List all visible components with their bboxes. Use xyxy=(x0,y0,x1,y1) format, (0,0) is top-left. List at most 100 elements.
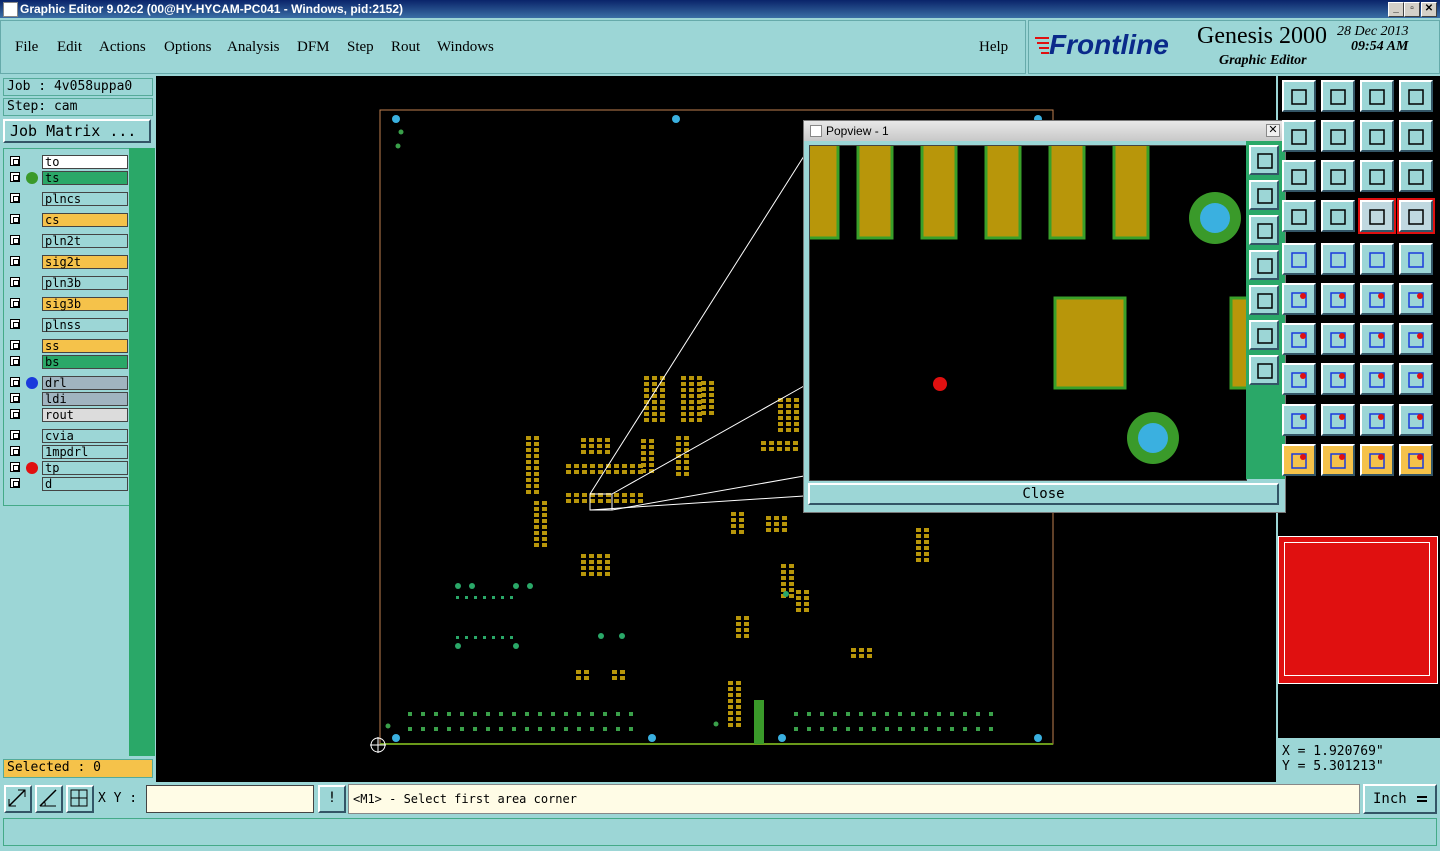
undo-zoom-icon[interactable] xyxy=(1360,120,1394,152)
layer-row-plnss[interactable]: plnss xyxy=(8,318,128,332)
copy-pad-icon[interactable] xyxy=(1282,363,1316,395)
move-point-icon[interactable] xyxy=(1360,283,1394,315)
pan-left-icon[interactable] xyxy=(1282,120,1316,152)
draw-line-icon[interactable] xyxy=(1321,243,1355,275)
layer-name[interactable]: ldi xyxy=(42,392,128,406)
triangle-red-icon[interactable] xyxy=(1282,404,1316,436)
layer-name[interactable]: plnss xyxy=(42,318,128,332)
pop-center-icon[interactable] xyxy=(1249,355,1279,385)
split-view-icon[interactable] xyxy=(1399,80,1433,112)
layer-name[interactable]: sig3b xyxy=(42,297,128,311)
layer-name[interactable]: d xyxy=(42,477,128,491)
scale-1-2-icon[interactable] xyxy=(1360,160,1394,192)
fit-icon[interactable] xyxy=(1282,160,1316,192)
layer-row-ss[interactable]: ss xyxy=(8,339,128,353)
layer-checkbox[interactable] xyxy=(10,356,20,366)
layer-checkbox[interactable] xyxy=(10,277,20,287)
layer-name[interactable]: cvia xyxy=(42,429,128,443)
measure-ruler-icon[interactable] xyxy=(1360,243,1394,275)
layer-row-to[interactable]: to xyxy=(8,155,128,169)
triangle-blue-icon[interactable] xyxy=(1321,404,1355,436)
layer-row-cs[interactable]: cs xyxy=(8,213,128,227)
layer-checkbox[interactable] xyxy=(10,235,20,245)
layer-row-sig3b[interactable]: sig3b xyxy=(8,297,128,311)
select-red-icon[interactable] xyxy=(1360,444,1394,476)
center-icon[interactable] xyxy=(1321,160,1355,192)
menu-dfm[interactable]: DFM xyxy=(297,39,330,56)
pop-down-icon[interactable] xyxy=(1249,215,1279,245)
layer-name[interactable]: drl xyxy=(42,376,128,390)
zoom-in-icon[interactable] xyxy=(1321,80,1355,112)
layer-name[interactable]: pln2t xyxy=(42,234,128,248)
text-frame-icon[interactable] xyxy=(1399,323,1433,355)
layer-checkbox[interactable] xyxy=(10,172,20,182)
menu-step[interactable]: Step xyxy=(347,39,374,56)
connect-icon[interactable] xyxy=(1282,283,1316,315)
rotate-point-icon[interactable] xyxy=(1399,283,1433,315)
layer-checkbox[interactable] xyxy=(10,377,20,387)
layer-row-tp[interactable]: tp xyxy=(8,461,128,475)
menu-analysis[interactable]: Analysis xyxy=(227,39,280,56)
pop-fit-icon[interactable] xyxy=(1249,320,1279,350)
split-line-icon[interactable] xyxy=(1321,363,1355,395)
menu-options[interactable]: Options xyxy=(164,39,212,56)
layer-name[interactable]: ts xyxy=(42,171,128,185)
popview-canvas[interactable] xyxy=(809,145,1247,481)
net-highlight-icon[interactable] xyxy=(1358,198,1396,234)
layer-row-1mpdrl[interactable]: 1mpdrl xyxy=(8,445,128,459)
triangle-cross-icon[interactable] xyxy=(1399,404,1433,436)
layer-row-pln2t[interactable]: pln2t xyxy=(8,234,128,248)
layer-name[interactable]: bs xyxy=(42,355,128,369)
maximize-button[interactable]: ▫ xyxy=(1404,2,1420,17)
menu-help[interactable]: Help xyxy=(979,39,1008,56)
grid-snap-icon[interactable] xyxy=(66,785,94,813)
route-icon[interactable] xyxy=(1399,444,1433,476)
minimize-button[interactable]: _ xyxy=(1388,2,1404,17)
layer-checkbox[interactable] xyxy=(10,430,20,440)
popview-close-button[interactable]: Close xyxy=(808,483,1279,505)
layer-checkbox[interactable] xyxy=(10,214,20,224)
net-toggle-icon[interactable] xyxy=(1397,198,1435,234)
line-edit-icon[interactable] xyxy=(1321,323,1355,355)
units-dropdown[interactable]: Inch xyxy=(1363,784,1437,814)
layer-row-d[interactable]: d xyxy=(8,477,128,491)
group-icon[interactable] xyxy=(1399,363,1433,395)
layer-row-drl[interactable]: drl xyxy=(8,376,128,390)
job-matrix-button[interactable]: Job Matrix ... xyxy=(3,119,151,143)
arc-icon[interactable] xyxy=(1360,323,1394,355)
layer-name[interactable]: cs xyxy=(42,213,128,227)
triangle-frame-icon[interactable] xyxy=(1360,404,1394,436)
layer-checkbox[interactable] xyxy=(10,409,20,419)
dimension-icon[interactable] xyxy=(1360,363,1394,395)
layer-row-pln3b[interactable]: pln3b xyxy=(8,276,128,290)
layer-row-bs[interactable]: bs xyxy=(8,355,128,369)
xy-input[interactable] xyxy=(146,785,314,813)
menu-edit[interactable]: Edit xyxy=(57,39,82,56)
layer-checkbox[interactable] xyxy=(10,340,20,350)
overview-panel[interactable] xyxy=(1278,536,1438,684)
layer-row-rout[interactable]: rout xyxy=(8,408,128,422)
pop-up-icon[interactable] xyxy=(1249,180,1279,210)
layer-name[interactable]: 1mpdrl xyxy=(42,445,128,459)
pan-right-icon[interactable] xyxy=(1321,120,1355,152)
select-box-icon[interactable] xyxy=(1321,444,1355,476)
popview-zoom-view[interactable] xyxy=(810,146,1246,480)
menu-windows[interactable]: Windows xyxy=(437,39,494,56)
popview-close-icon[interactable]: ✕ xyxy=(1266,124,1280,137)
select-arrow-icon[interactable] xyxy=(1282,444,1316,476)
menu-actions[interactable]: Actions xyxy=(99,39,146,56)
layer-checkbox[interactable] xyxy=(10,319,20,329)
layer-name[interactable]: pln3b xyxy=(42,276,128,290)
layer-checkbox[interactable] xyxy=(10,478,20,488)
redraw-icon[interactable] xyxy=(1399,120,1433,152)
pop-zoom-icon[interactable] xyxy=(1249,145,1279,175)
zoom-area-icon[interactable] xyxy=(4,785,32,813)
help-icon[interactable] xyxy=(1399,160,1433,192)
layer-checkbox[interactable] xyxy=(10,298,20,308)
layer-row-ldi[interactable]: ldi xyxy=(8,392,128,406)
layer-checkbox[interactable] xyxy=(10,256,20,266)
angle-icon[interactable] xyxy=(1282,323,1316,355)
layer-checkbox[interactable] xyxy=(10,446,20,456)
layer-row-plncs[interactable]: plncs xyxy=(8,192,128,206)
select-area-icon[interactable] xyxy=(1399,243,1433,275)
